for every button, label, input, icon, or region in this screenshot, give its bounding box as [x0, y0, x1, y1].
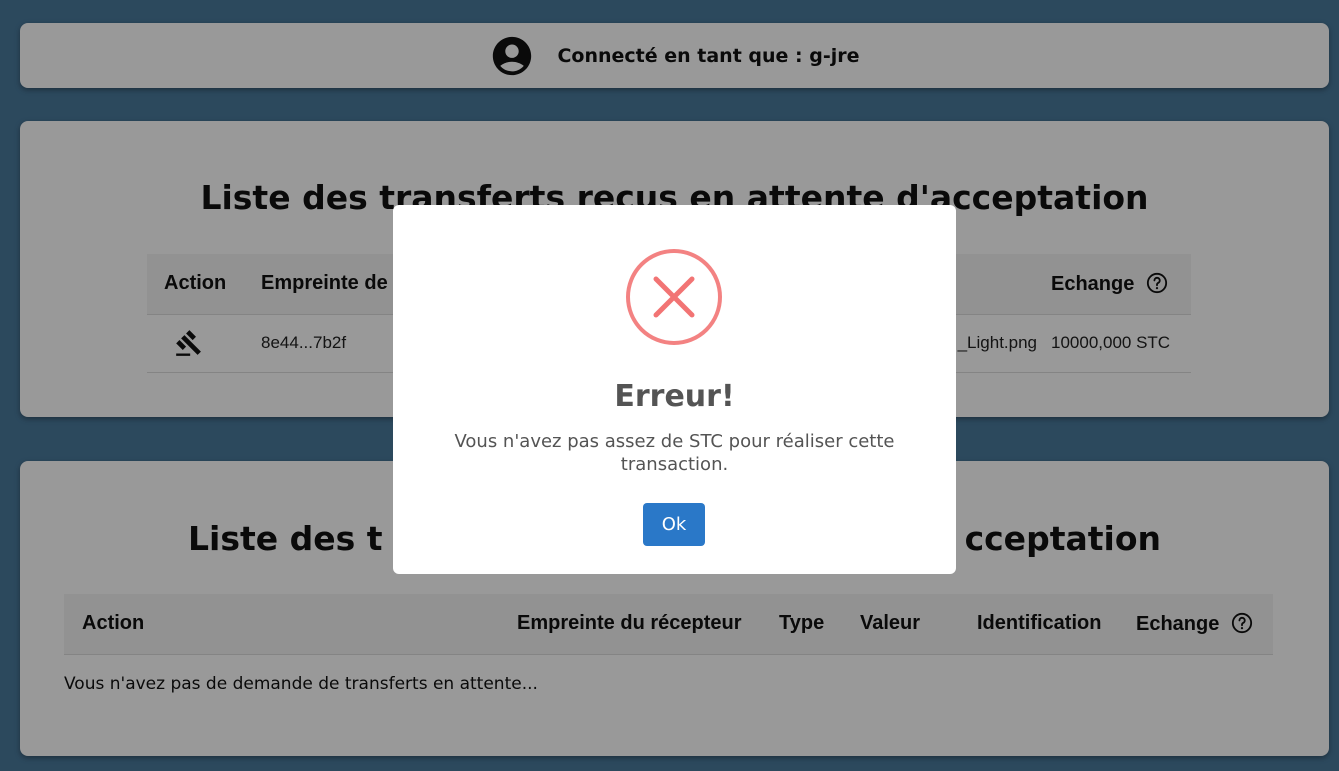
- error-dialog: Erreur! Vous n'avez pas assez de STC pou…: [393, 205, 956, 574]
- page: Connecté en tant que : g-jre Liste des t…: [0, 0, 1339, 771]
- ok-button[interactable]: Ok: [643, 503, 705, 546]
- dialog-message: Vous n'avez pas assez de STC pour réalis…: [454, 431, 895, 475]
- error-x-icon: [626, 249, 722, 345]
- dialog-title: Erreur!: [614, 379, 735, 414]
